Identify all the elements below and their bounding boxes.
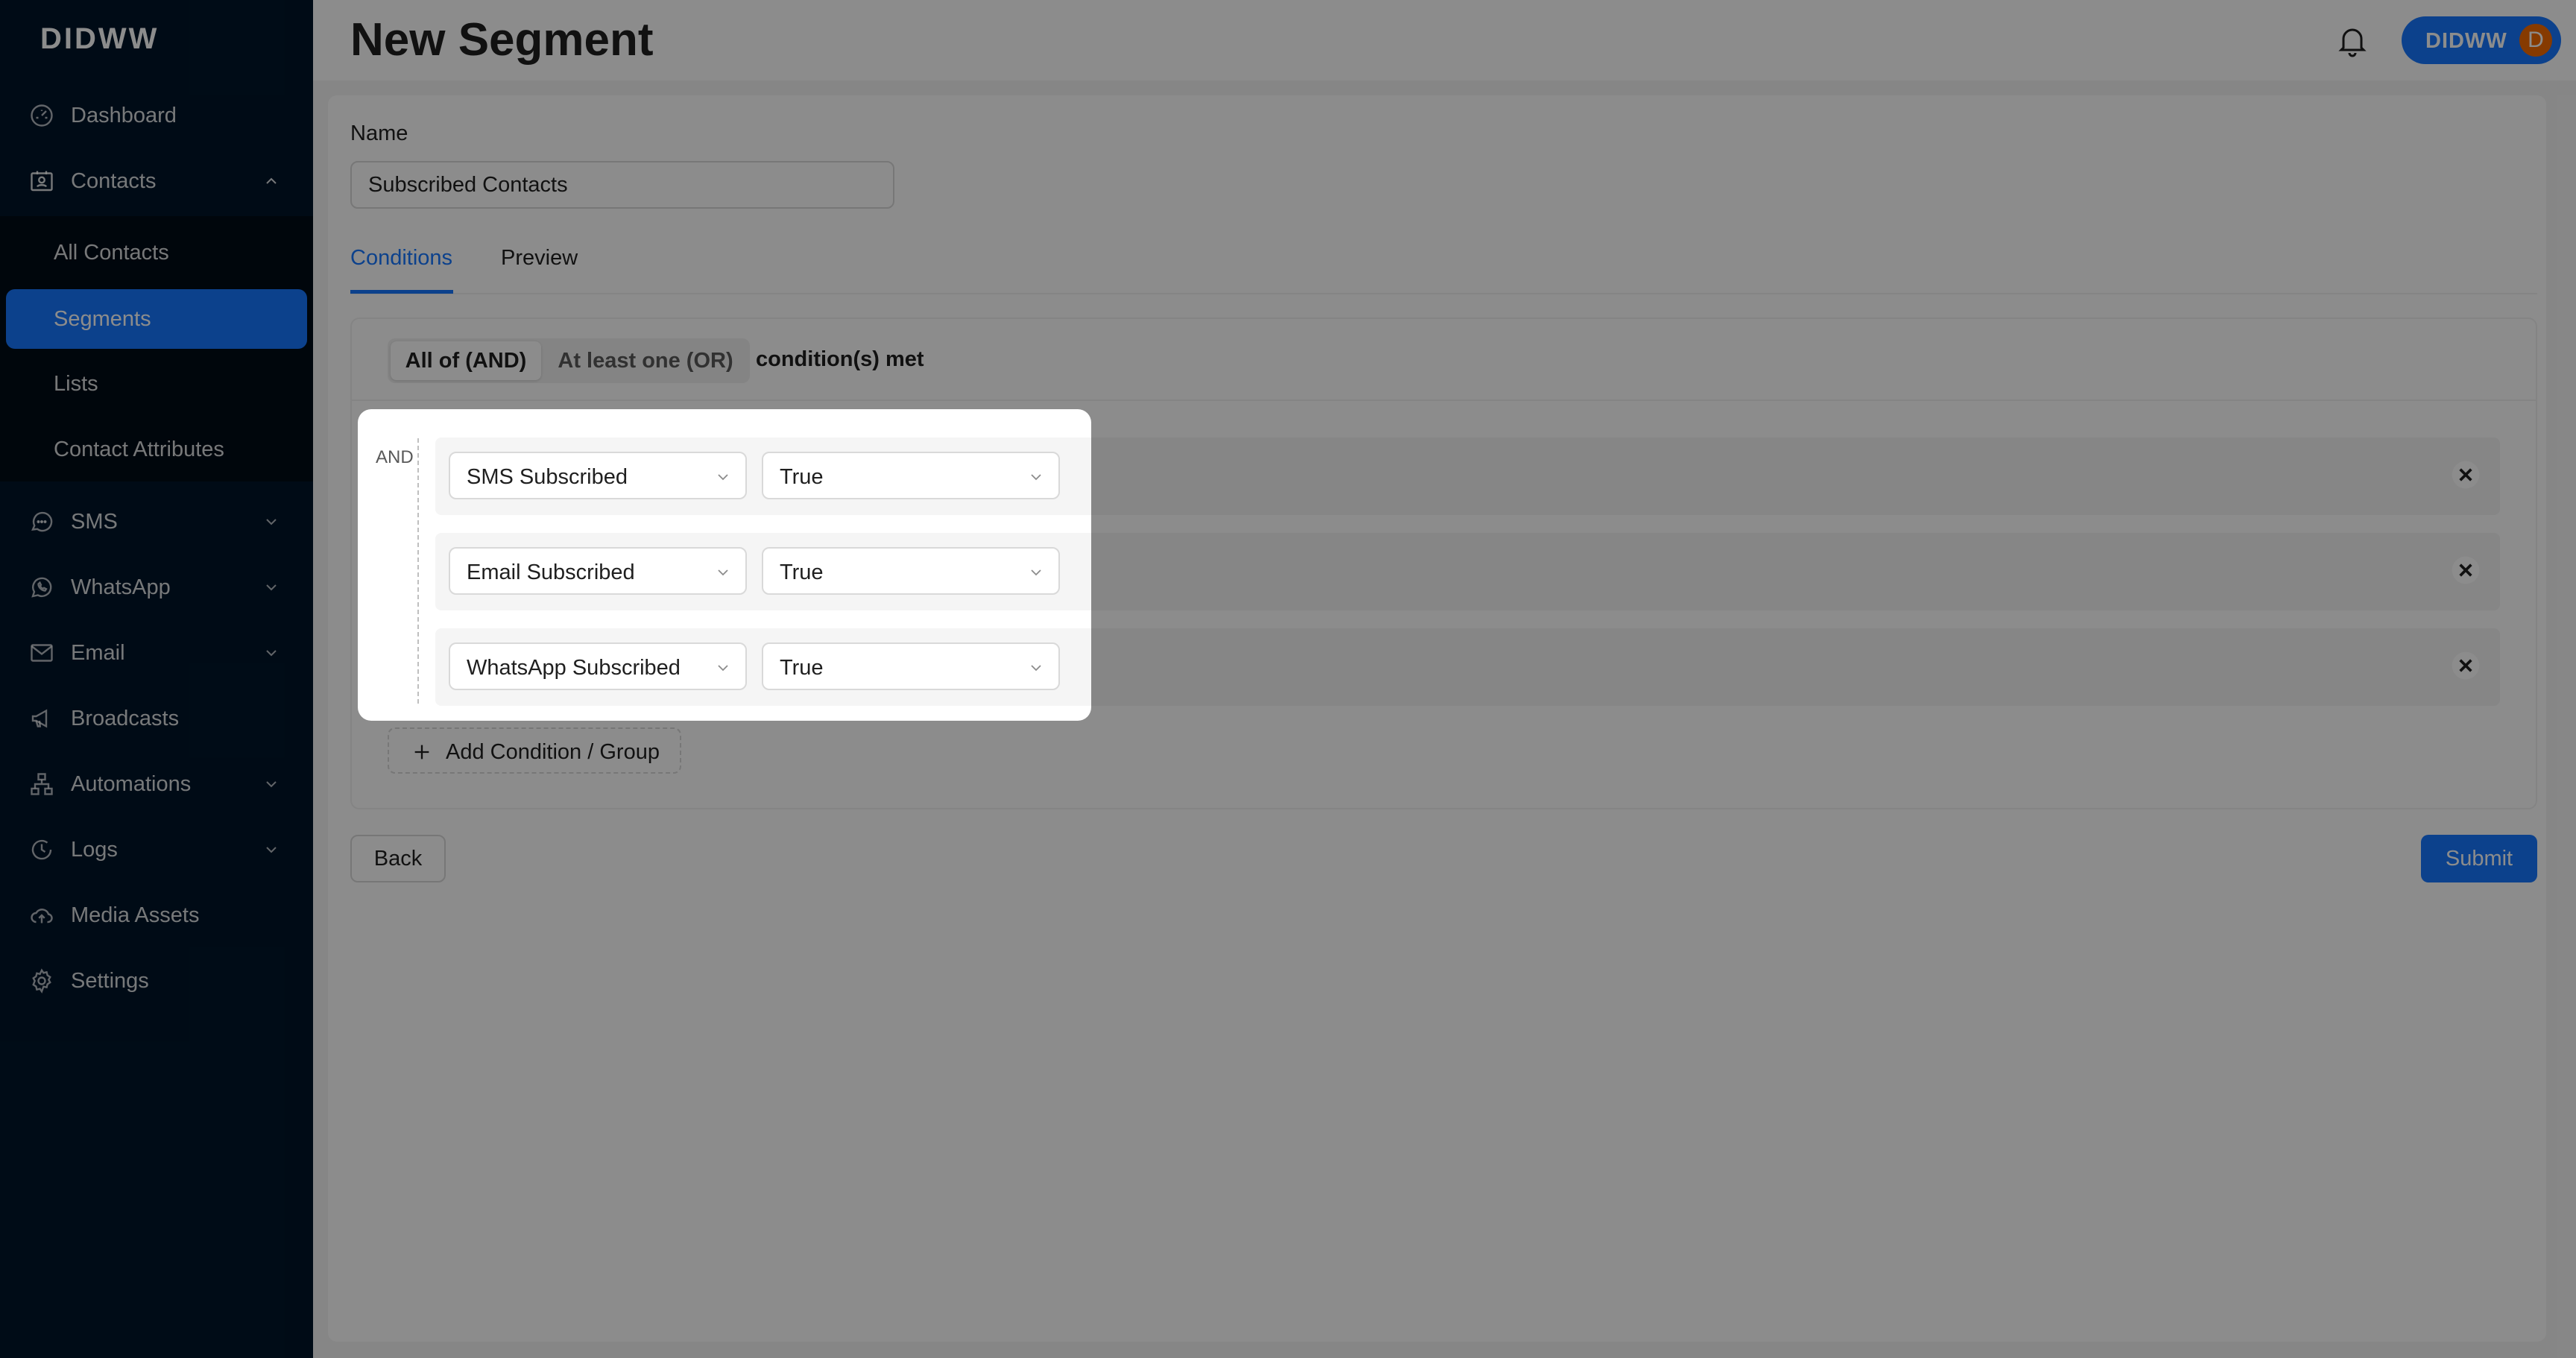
sidebar-item-media-assets[interactable]: Media Assets <box>0 885 313 945</box>
chevron-down-icon <box>718 665 728 672</box>
user-name: DIDWW <box>2425 29 2507 53</box>
condition-value-select[interactable]: True <box>762 452 1060 499</box>
operator-label: AND <box>376 447 414 467</box>
user-menu-button[interactable]: DIDWW D <box>2402 16 2561 64</box>
tab-conditions[interactable]: Conditions <box>350 246 452 271</box>
chevron-down-icon <box>718 474 728 481</box>
mail-icon <box>31 644 53 662</box>
group-connector-line <box>417 438 419 704</box>
chevron-down-icon <box>266 650 277 657</box>
sidebar-item-label: Segments <box>54 306 151 331</box>
sidebar-item-label: Media Assets <box>71 903 200 927</box>
sidebar-item-broadcasts[interactable]: Broadcasts <box>0 689 313 748</box>
active-tab-indicator <box>350 290 453 294</box>
tab-preview[interactable]: Preview <box>501 246 578 271</box>
condition-field-select[interactable]: SMS Subscribed <box>449 452 747 499</box>
sidebar-item-automations[interactable]: Automations <box>0 754 313 814</box>
condition-value-select[interactable]: True <box>762 642 1060 690</box>
chevron-down-icon <box>718 569 728 576</box>
match-all-option[interactable]: All of (AND) <box>391 341 541 380</box>
bell-icon[interactable] <box>2334 22 2370 58</box>
condition-value-select[interactable]: True <box>762 547 1060 595</box>
flow-icon <box>31 773 53 795</box>
chevron-down-icon <box>266 847 277 853</box>
sidebar-item-label: Contacts <box>71 168 157 193</box>
add-condition-label: Add Condition / Group <box>446 740 660 764</box>
condition-field-select[interactable]: WhatsApp Subscribed <box>449 642 747 690</box>
cloud-upload-icon <box>31 909 53 923</box>
sidebar-item-label: Lists <box>54 371 98 396</box>
match-mode-segmented: All of (AND) At least one (OR) <box>388 338 750 383</box>
whatsapp-icon <box>31 577 52 598</box>
add-condition-button[interactable]: Add Condition / Group <box>388 727 681 774</box>
back-button[interactable]: Back <box>350 835 446 882</box>
sidebar-item-label: WhatsApp <box>71 575 171 599</box>
chevron-down-icon <box>266 781 277 788</box>
sidebar-item-contacts[interactable]: Contacts <box>0 151 313 211</box>
sidebar-item-label: Logs <box>71 837 118 862</box>
chat-icon <box>31 511 53 532</box>
sidebar-item-dashboard[interactable]: Dashboard <box>0 86 313 145</box>
tabs-divider <box>350 293 2537 294</box>
page-title: New Segment <box>350 14 654 66</box>
sidebar-item-sms[interactable]: SMS <box>0 492 313 552</box>
sidebar-item-segments[interactable]: Segments <box>6 289 307 349</box>
name-label: Name <box>350 121 408 145</box>
sidebar-item-email[interactable]: Email <box>0 623 313 683</box>
segment-name-input[interactable] <box>350 161 894 209</box>
chevron-down-icon <box>1031 569 1041 576</box>
chevron-down-icon <box>266 519 277 525</box>
history-icon <box>31 839 52 860</box>
sidebar-item-lists[interactable]: Lists <box>0 354 313 414</box>
condition-field-select[interactable]: Email Subscribed <box>449 547 747 595</box>
dashboard-icon <box>31 104 53 127</box>
sidebar-item-settings[interactable]: Settings <box>0 951 313 1011</box>
chevron-down-icon <box>266 584 277 591</box>
spotlight-content: AND SMS Subscribed True Email Subscribed… <box>358 409 1091 721</box>
sidebar-item-label: All Contacts <box>54 240 169 265</box>
select-value: True <box>780 560 824 584</box>
contacts-icon <box>31 171 53 192</box>
close-icon[interactable] <box>2449 649 2482 682</box>
megaphone-icon <box>31 709 48 728</box>
close-icon[interactable] <box>2449 458 2482 491</box>
spotlight-highlight: AND SMS Subscribed True Email Subscribed… <box>358 409 1091 721</box>
match-any-option[interactable]: At least one (OR) <box>544 341 747 380</box>
sidebar-item-label: SMS <box>71 509 118 534</box>
sidebar-item-logs[interactable]: Logs <box>0 820 313 879</box>
sidebar-item-label: Contact Attributes <box>54 437 224 461</box>
chevron-down-icon <box>1031 665 1041 672</box>
select-value: SMS Subscribed <box>467 465 628 489</box>
page-header: New Segment DIDWW D <box>313 0 2576 80</box>
sidebar-item-label: Settings <box>71 968 149 993</box>
sidebar-item-all-contacts[interactable]: All Contacts <box>0 223 313 282</box>
avatar: D <box>2519 24 2552 57</box>
plus-icon <box>414 745 429 759</box>
match-suffix: condition(s) met <box>756 347 924 371</box>
gear-icon <box>32 968 51 994</box>
select-value: WhatsApp Subscribed <box>467 656 681 680</box>
sidebar-item-contact-attributes[interactable]: Contact Attributes <box>0 420 313 479</box>
logo: DIDWW <box>40 22 160 55</box>
sidebar-item-label: Dashboard <box>71 103 177 127</box>
chevron-up-icon <box>266 177 277 184</box>
select-value: True <box>780 656 824 680</box>
sidebar-item-label: Automations <box>71 771 192 796</box>
submit-button[interactable]: Submit <box>2421 835 2537 882</box>
chevron-down-icon <box>1031 474 1041 481</box>
sidebar-item-label: Email <box>71 640 125 665</box>
close-icon[interactable] <box>2449 554 2482 587</box>
select-value: Email Subscribed <box>467 560 635 584</box>
sidebar-item-label: Broadcasts <box>71 706 180 730</box>
conditions-divider <box>352 399 2536 401</box>
sidebar: DIDWW Dashboard Contacts All Contacts Se… <box>0 0 313 1358</box>
select-value: True <box>780 465 824 489</box>
sidebar-item-whatsapp[interactable]: WhatsApp <box>0 558 313 617</box>
